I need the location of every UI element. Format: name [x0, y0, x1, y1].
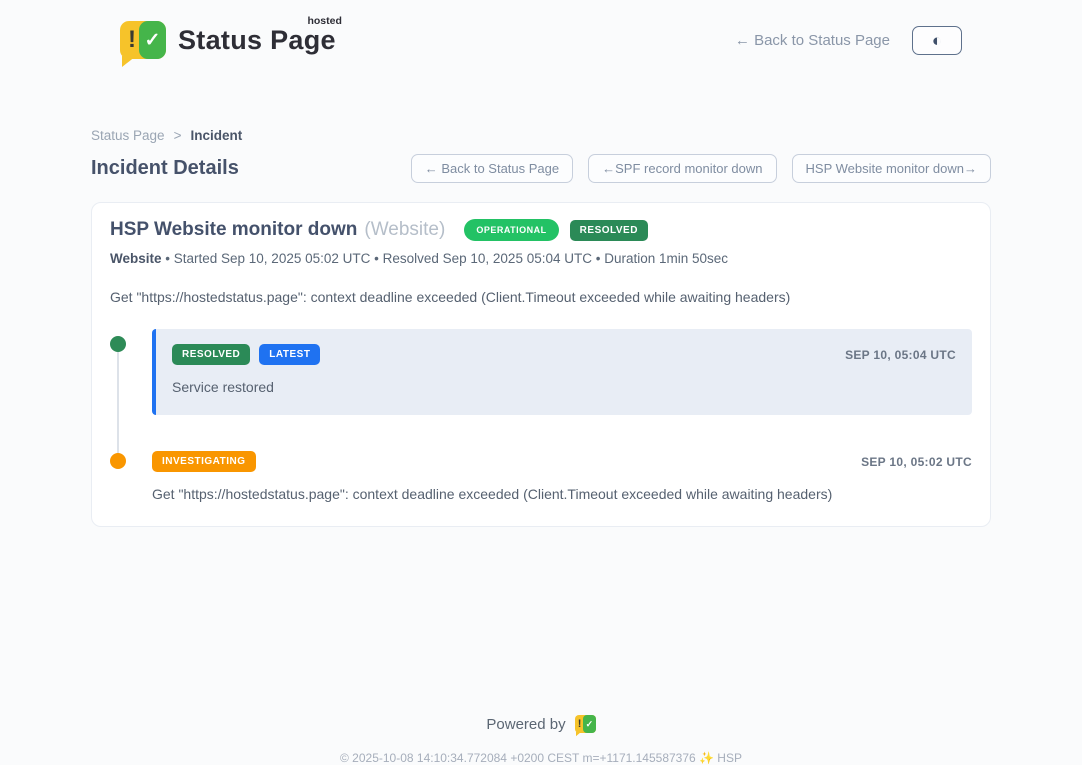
back-to-status-page-button[interactable]: ← Back to Status Page	[411, 154, 573, 183]
timeline-message: Get "https://hostedstatus.page": context…	[152, 486, 972, 502]
incident-timeline: RESOLVED LATEST SEP 10, 05:04 UTC Service r…	[110, 329, 972, 502]
brand-name: Status Page	[178, 25, 336, 55]
footer-status-bubble-icon[interactable]: ! ✓	[575, 715, 596, 733]
breadcrumb-root[interactable]: Status Page	[91, 128, 165, 143]
incident-title: HSP Website monitor down	[110, 219, 357, 241]
header: ! ✓ Status Page hosted ← Back to Status …	[91, 0, 991, 64]
timeline-update: INVESTIGATING SEP 10, 05:02 UTC Get "https…	[152, 451, 972, 502]
breadcrumb-current: Incident	[190, 128, 242, 143]
timeline-entry: RESOLVED LATEST SEP 10, 05:04 UTC Service r…	[110, 329, 972, 415]
investigating-badge: INVESTIGATING	[152, 451, 256, 472]
footer: Powered by ! ✓ © 2025-10-08 14:10:34.772…	[91, 715, 991, 765]
page-title: Incident Details	[91, 157, 239, 180]
incident-description: Get "https://hostedstatus.page": context…	[110, 289, 972, 305]
timeline-status-dot	[110, 336, 126, 352]
breadcrumb: Status Page > Incident	[91, 128, 991, 143]
half-circle-theme-icon: ◐	[932, 32, 942, 49]
resolved-state-badge: RESOLVED	[570, 220, 648, 241]
status-bubble-icon: ! ✓	[120, 21, 166, 59]
breadcrumb-separator: >	[174, 128, 182, 143]
incident-meta-times: • Started Sep 10, 2025 05:02 UTC • Resol…	[162, 251, 729, 266]
resolved-badge: RESOLVED	[172, 344, 250, 365]
header-back-to-status-page-link[interactable]: ← Back to Status Page	[735, 32, 890, 49]
exclamation-icon: !	[124, 24, 140, 56]
brand-logo[interactable]: ! ✓ Status Page hosted	[120, 21, 336, 59]
incident-nav-buttons: ← Back to Status Page ←SPF record monito…	[411, 154, 991, 183]
copyright-text: © 2025-10-08 14:10:34.772084 +0200 CEST …	[91, 751, 991, 765]
incident-meta: Website • Started Sep 10, 2025 05:02 UTC…	[110, 251, 972, 266]
timeline-timestamp: SEP 10, 05:02 UTC	[861, 455, 972, 469]
timeline-message: Service restored	[172, 379, 956, 395]
incident-component: (Website)	[364, 219, 445, 241]
latest-badge: LATEST	[259, 344, 320, 365]
powered-by-label: Powered by	[486, 716, 565, 733]
timeline-entry: INVESTIGATING SEP 10, 05:02 UTC Get "https…	[110, 451, 972, 502]
prev-incident-button[interactable]: ←SPF record monitor down	[588, 154, 776, 183]
checkmark-icon: ✓	[139, 21, 166, 59]
timeline-update-highlighted: RESOLVED LATEST SEP 10, 05:04 UTC Service r…	[152, 329, 972, 415]
checkmark-icon: ✓	[583, 715, 596, 733]
brand-superscript: hosted	[307, 15, 341, 27]
incident-card: HSP Website monitor down (Website) OPERA…	[91, 202, 991, 527]
theme-toggle-button[interactable]: ◐	[912, 26, 962, 55]
next-incident-button[interactable]: HSP Website monitor down→	[792, 154, 991, 183]
timeline-timestamp: SEP 10, 05:04 UTC	[845, 348, 956, 362]
incident-meta-component: Website	[110, 251, 162, 266]
operational-status-badge: OPERATIONAL	[464, 219, 558, 241]
timeline-status-dot	[110, 453, 126, 469]
